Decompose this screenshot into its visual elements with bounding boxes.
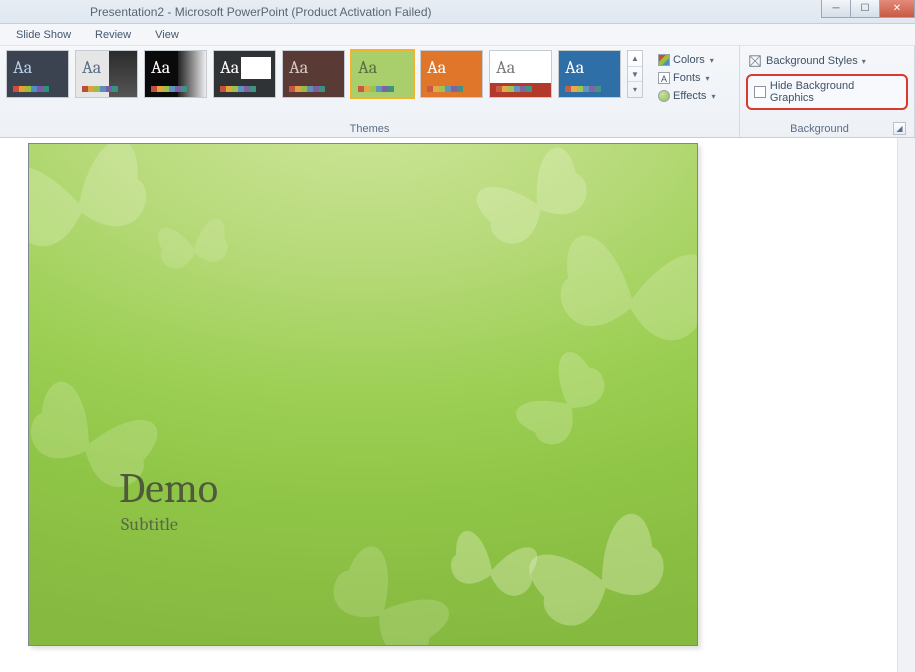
dropdown-icon: ▾: [710, 56, 714, 65]
theme-sample-text: Aa: [496, 57, 515, 78]
theme-thumbnail-theme-3[interactable]: Aa: [144, 50, 207, 98]
ribbon: AaAaAaAaAaAaAaAaAa▲▼▾Colors▾AFonts▾Effec…: [0, 46, 915, 138]
theme-swatches: [289, 86, 325, 92]
theme-swatches: [427, 86, 463, 92]
minimize-button[interactable]: ─: [821, 0, 851, 18]
theme-thumbnail-theme-7[interactable]: Aa: [420, 50, 483, 98]
theme-thumbnail-theme-4[interactable]: Aa: [213, 50, 276, 98]
title-bar: Presentation2 - Microsoft PowerPoint (Pr…: [0, 0, 915, 24]
theme-thumbnail-theme-9[interactable]: Aa: [558, 50, 621, 98]
ribbon-tabs: Slide Show Review View: [0, 24, 915, 46]
theme-swatches: [220, 86, 256, 92]
colors-button[interactable]: Colors ▾: [655, 52, 718, 68]
theme-thumbnail-theme-6[interactable]: Aa: [351, 50, 414, 98]
effects-label: Effects: [673, 90, 706, 102]
dropdown-icon: ▾: [706, 74, 710, 83]
background-dialog-launcher[interactable]: ◢: [893, 122, 906, 135]
theme-swatches: [358, 86, 394, 92]
window-controls: ─ ☐ ✕: [822, 0, 915, 18]
theme-swatches: [496, 86, 532, 92]
background-styles-icon: [748, 54, 762, 68]
theme-swatches: [151, 86, 187, 92]
themes-group: AaAaAaAaAaAaAaAaAa▲▼▾Colors▾AFonts▾Effec…: [0, 46, 740, 137]
theme-thumbnail-theme-5[interactable]: Aa: [282, 50, 345, 98]
theme-sample-text: Aa: [565, 57, 584, 78]
dropdown-icon: ▾: [711, 92, 715, 101]
background-group-label: Background: [746, 121, 893, 137]
theme-sample-text: Aa: [427, 57, 446, 78]
scroll-down-icon[interactable]: ▼: [628, 67, 642, 83]
scroll-up-icon[interactable]: ▲: [628, 51, 642, 67]
tab-view[interactable]: View: [143, 26, 191, 45]
theme-sample-text: Aa: [13, 57, 32, 78]
background-styles-button[interactable]: Background Styles ▾: [746, 52, 908, 70]
fonts-button[interactable]: AFonts ▾: [655, 70, 718, 86]
fonts-label: Fonts: [673, 72, 701, 84]
slide-title[interactable]: Demo: [119, 464, 218, 513]
theme-swatches: [565, 86, 601, 92]
hide-bg-label: Hide Background Graphics: [770, 80, 900, 104]
vertical-scrollbar[interactable]: [897, 138, 915, 672]
colors-label: Colors: [673, 54, 705, 66]
background-group: Background Styles ▾ Hide Background Grap…: [740, 46, 915, 137]
hide-background-graphics-checkbox[interactable]: Hide Background Graphics: [746, 74, 908, 110]
theme-sample-text: Aa: [82, 57, 101, 78]
butterfly-decoration: [142, 197, 246, 301]
tab-slide-show[interactable]: Slide Show: [4, 26, 83, 45]
dropdown-icon: ▾: [862, 57, 866, 66]
background-styles-label: Background Styles: [766, 55, 858, 67]
theme-swatches: [82, 86, 118, 92]
themes-gallery: AaAaAaAaAaAaAaAaAa▲▼▾Colors▾AFonts▾Effec…: [6, 50, 733, 104]
themes-group-label: Themes: [6, 121, 733, 137]
maximize-button[interactable]: ☐: [850, 0, 880, 18]
theme-sample-text: Aa: [289, 57, 308, 78]
tab-review[interactable]: Review: [83, 26, 143, 45]
close-button[interactable]: ✕: [879, 0, 915, 18]
themes-gallery-scroll[interactable]: ▲▼▾: [627, 50, 643, 98]
slide-canvas[interactable]: Demo Subtitle: [28, 143, 698, 646]
slide-subtitle[interactable]: Subtitle: [121, 514, 178, 535]
gallery-expand-icon[interactable]: ▾: [628, 82, 642, 97]
checkbox-icon: [754, 86, 766, 98]
theme-swatches: [13, 86, 49, 92]
theme-sample-text: Aa: [151, 57, 170, 78]
theme-thumbnail-theme-8[interactable]: Aa: [489, 50, 552, 98]
fonts-icon: A: [658, 72, 670, 84]
colors-icon: [658, 54, 670, 66]
theme-thumbnail-theme-2[interactable]: Aa: [75, 50, 138, 98]
effects-button[interactable]: Effects ▾: [655, 88, 718, 104]
theme-options-column: Colors▾AFonts▾Effects▾: [655, 50, 718, 104]
effects-icon: [658, 90, 670, 102]
window-title: Presentation2 - Microsoft PowerPoint (Pr…: [90, 5, 431, 19]
theme-sample-text: Aa: [220, 57, 239, 78]
theme-thumbnail-theme-1[interactable]: Aa: [6, 50, 69, 98]
theme-sample-text: Aa: [358, 57, 377, 78]
slide-workspace: Demo Subtitle: [0, 138, 915, 672]
